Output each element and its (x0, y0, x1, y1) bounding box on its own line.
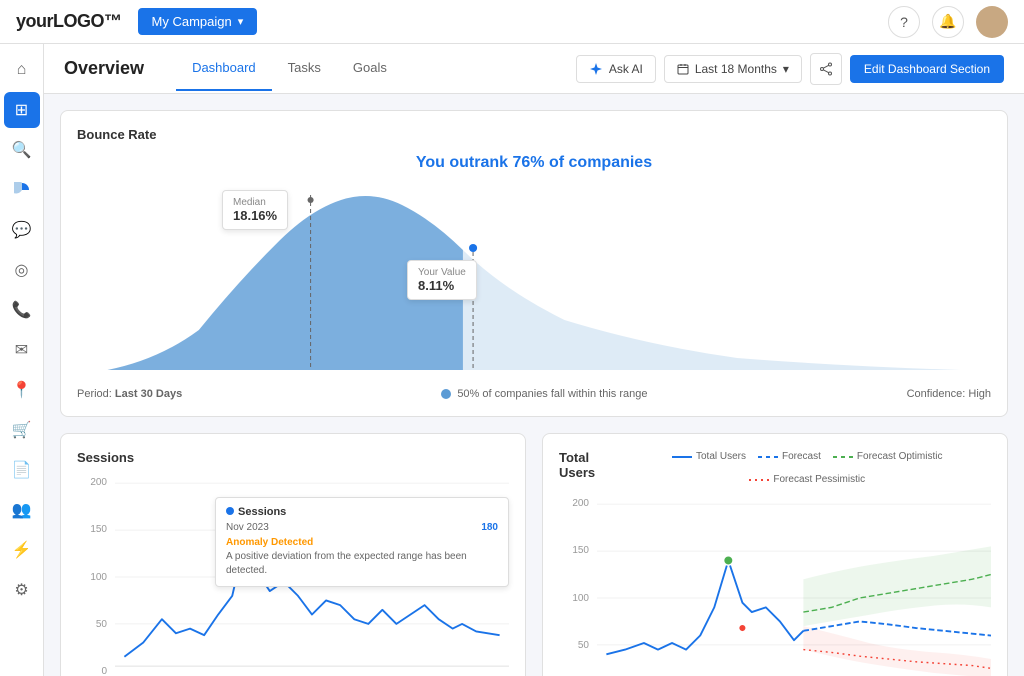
legend-line-solid (672, 456, 692, 458)
bounce-rate-percent: 76% (512, 154, 544, 171)
anomaly-badge: Anomaly Detected (226, 537, 498, 548)
sidebar-gear-icon[interactable]: ⚙ (4, 572, 40, 608)
total-users-chart (597, 498, 991, 676)
header-actions: Ask AI Last 18 Months ▾ Edit Dashboard S… (576, 53, 1004, 85)
sidebar: ⌂ ⊞ 🔍 💬 ◎ 📞 ✉ 📍 🛒 📄 👥 ⚡ ⚙ (0, 44, 44, 676)
tooltip-header: Sessions (226, 506, 498, 518)
legend-forecast: Forecast (758, 451, 821, 462)
sidebar-cart-icon[interactable]: 🛒 (4, 412, 40, 448)
charts-row: Sessions 200 150 100 50 0 (60, 433, 1008, 676)
footer-period: Period: Last 30 Days (77, 388, 182, 400)
tab-goals[interactable]: Goals (337, 46, 403, 91)
sidebar-pie-icon[interactable] (4, 172, 40, 208)
calendar-icon (677, 63, 689, 75)
y-label: 0 (77, 666, 107, 676)
y-label: 50 (559, 640, 589, 651)
sidebar-grid-icon[interactable]: ⊞ (4, 92, 40, 128)
sessions-tooltip: Sessions Nov 2023 180 Anomaly Detected A… (215, 497, 509, 587)
legend-line-dashed-green (833, 456, 853, 458)
bounce-rate-headline: You outrank 76% of companies (77, 154, 991, 172)
bounce-rate-svg (77, 180, 991, 380)
top-nav-right: ? 🔔 (888, 6, 1008, 38)
legend-total-users: Total Users (672, 451, 746, 462)
footer-confidence: Confidence: High (907, 388, 991, 400)
campaign-button[interactable]: My Campaign (138, 8, 258, 35)
help-button[interactable]: ? (888, 6, 920, 38)
bounce-rate-chart: Median 18.16% Your Value 8.11% (77, 180, 991, 380)
total-users-title: Total Users (559, 450, 623, 480)
bounce-rate-title: Bounce Rate (77, 127, 991, 142)
y-label: 150 (77, 524, 107, 535)
y-label: 50 (77, 619, 107, 630)
bounce-rate-card: Bounce Rate You outrank 76% of companies (60, 110, 1008, 417)
sidebar-phone-icon[interactable]: 📞 (4, 292, 40, 328)
top-nav: yourLOGO™ My Campaign ? 🔔 (0, 0, 1024, 44)
page-header: Overview Dashboard Tasks Goals Ask AI La… (44, 44, 1024, 94)
content-area: Overview Dashboard Tasks Goals Ask AI La… (44, 44, 1024, 676)
legend-line-dotted (749, 479, 769, 481)
sidebar-search-icon[interactable]: 🔍 (4, 132, 40, 168)
logo: yourLOGO™ (16, 11, 122, 32)
share-icon (819, 62, 833, 76)
tabs: Dashboard Tasks Goals (176, 46, 403, 91)
sidebar-email-icon[interactable]: ✉ (4, 332, 40, 368)
bounce-rate-footer: Period: Last 30 Days 50% of companies fa… (77, 388, 991, 400)
chevron-down-icon: ▾ (783, 62, 789, 76)
your-value-tooltip: Your Value 8.11% (407, 260, 477, 300)
edit-dashboard-button[interactable]: Edit Dashboard Section (850, 55, 1004, 83)
share-button[interactable] (810, 53, 842, 85)
sidebar-chat-icon[interactable]: 💬 (4, 212, 40, 248)
sidebar-file-icon[interactable]: 📄 (4, 452, 40, 488)
y-label: 200 (77, 477, 107, 488)
sidebar-home-icon[interactable]: ⌂ (4, 52, 40, 88)
legend-forecast-optimistic: Forecast Optimistic (833, 451, 943, 462)
footer-middle: 50% of companies fall within this range (441, 388, 647, 400)
avatar[interactable] (976, 6, 1008, 38)
tooltip-dot (226, 507, 234, 515)
sidebar-users-icon[interactable]: 👥 (4, 492, 40, 528)
page-title: Overview (64, 58, 144, 79)
ai-icon (589, 62, 603, 76)
total-users-svg (597, 498, 991, 676)
total-users-card: Total Users Total Users Forecast (542, 433, 1008, 676)
tab-tasks[interactable]: Tasks (272, 46, 337, 91)
date-filter-button[interactable]: Last 18 Months ▾ (664, 55, 802, 83)
notifications-button[interactable]: 🔔 (932, 6, 964, 38)
chart-legend: Total Users Forecast Forecast Optimistic (623, 451, 991, 485)
sidebar-location-icon[interactable]: 📍 (4, 372, 40, 408)
legend-line-dashed (758, 456, 778, 458)
anomaly-desc: A positive deviation from the expected r… (226, 550, 498, 578)
legend-forecast-pessimistic: Forecast Pessimistic (749, 474, 865, 485)
y-label: 100 (77, 572, 107, 583)
dashboard: Bounce Rate You outrank 76% of companies (44, 94, 1024, 676)
sessions-chart: Sessions Nov 2023 180 Anomaly Detected A… (115, 477, 509, 676)
range-dot (441, 389, 451, 399)
y-label: 150 (559, 545, 589, 556)
sidebar-plug-icon[interactable]: ⚡ (4, 532, 40, 568)
main-layout: ⌂ ⊞ 🔍 💬 ◎ 📞 ✉ 📍 🛒 📄 👥 ⚡ ⚙ Overview Dashb… (0, 44, 1024, 676)
ask-ai-button[interactable]: Ask AI (576, 55, 656, 83)
y-label: 100 (559, 593, 589, 604)
tab-dashboard[interactable]: Dashboard (176, 46, 272, 91)
y-label: 200 (559, 498, 589, 509)
sessions-title: Sessions (77, 450, 509, 465)
sessions-card: Sessions 200 150 100 50 0 (60, 433, 526, 676)
sidebar-target-icon[interactable]: ◎ (4, 252, 40, 288)
median-tooltip: Median 18.16% (222, 190, 288, 230)
